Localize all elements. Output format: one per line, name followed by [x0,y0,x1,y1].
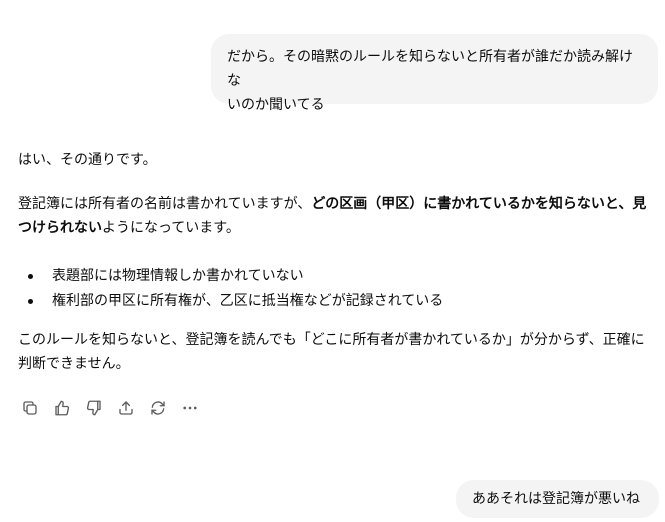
thumbs-up-icon [55,400,70,416]
regenerate-button[interactable] [146,396,170,420]
assistant-bullet-list: 表題部には物理情報しか書かれていない 権利部の甲区に所有権が、乙区に抵当権などが… [18,264,443,314]
assistant-paragraph-2: 登記簿には所有者の名前は書かれていますが、どの区画（甲区）に書かれているかを知ら… [18,192,658,240]
list-item: 権利部の甲区に所有権が、乙区に抵当権などが記録されている [18,289,443,314]
more-icon [183,406,197,410]
regenerate-icon [151,401,165,415]
copy-icon [23,401,37,415]
more-options-button[interactable] [178,396,202,420]
bad-response-button[interactable] [82,396,106,420]
assistant-paragraph-3: このルールを知らないと、登記簿を読んでも「どこに所有者が書かれているか」が分から… [18,332,645,372]
user-message-text-line1: だから。その暗黙のルールを知らないと所有者が誰だか読み解けな [227,49,633,89]
share-icon [119,401,133,415]
user-message-text-line2: いのか聞いてる [227,97,325,113]
paragraph-2-post: ようになっています。 [102,220,240,236]
share-button[interactable] [114,396,138,420]
user-message-bubble: だから。その暗黙のルールを知らないと所有者が誰だか読み解けな いのか聞いてる [211,34,658,113]
thumbs-down-icon [86,400,101,416]
copy-button[interactable] [18,396,42,420]
user-message-bubble: ああそれは登記簿が悪いね [456,480,659,518]
list-item: 表題部には物理情報しか書かれていない [18,264,443,289]
good-response-button[interactable] [50,396,74,420]
assistant-paragraph-1: はい、その通りです。 [18,152,157,168]
message-action-bar [18,396,202,420]
paragraph-2-pre: 登記簿には所有者の名前は書かれていますが、 [18,196,312,212]
